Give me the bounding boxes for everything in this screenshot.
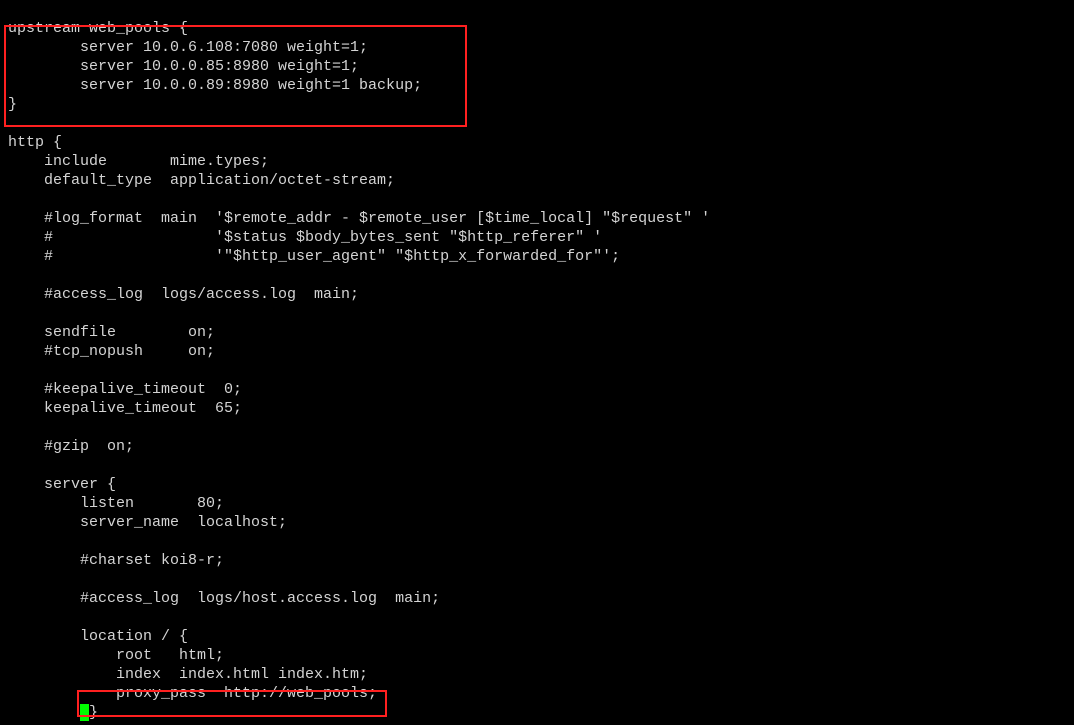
code-line: include mime.types; — [0, 152, 1074, 171]
code-line: } — [0, 703, 1074, 722]
code-text: } — [89, 704, 98, 721]
code-line — [0, 114, 1074, 133]
terminal-viewport[interactable]: upstream web_pools { server 10.0.6.108:7… — [0, 0, 1074, 725]
code-line: http { — [0, 133, 1074, 152]
code-line: # '$status $body_bytes_sent "$http_refer… — [0, 228, 1074, 247]
code-line — [0, 570, 1074, 589]
code-line: #tcp_nopush on; — [0, 342, 1074, 361]
code-line — [0, 266, 1074, 285]
code-line: server 10.0.0.89:8980 weight=1 backup; — [0, 76, 1074, 95]
code-line — [0, 532, 1074, 551]
code-line: server 10.0.0.85:8980 weight=1; — [0, 57, 1074, 76]
code-line: server_name localhost; — [0, 513, 1074, 532]
code-text — [8, 704, 80, 721]
code-line: proxy_pass http://web_pools; — [0, 684, 1074, 703]
code-line — [0, 456, 1074, 475]
code-line: listen 80; — [0, 494, 1074, 513]
code-line: # '"$http_user_agent" "$http_x_forwarded… — [0, 247, 1074, 266]
code-line — [0, 608, 1074, 627]
code-line: #access_log logs/host.access.log main; — [0, 589, 1074, 608]
code-line — [0, 190, 1074, 209]
code-line: #gzip on; — [0, 437, 1074, 456]
code-line: index index.html index.htm; — [0, 665, 1074, 684]
terminal-cursor — [80, 704, 89, 721]
code-line — [0, 0, 1074, 19]
code-line: sendfile on; — [0, 323, 1074, 342]
code-line: default_type application/octet-stream; — [0, 171, 1074, 190]
code-line: server { — [0, 475, 1074, 494]
code-line — [0, 361, 1074, 380]
code-line: keepalive_timeout 65; — [0, 399, 1074, 418]
code-line: #charset koi8-r; — [0, 551, 1074, 570]
code-line: root html; — [0, 646, 1074, 665]
code-line: server 10.0.6.108:7080 weight=1; — [0, 38, 1074, 57]
code-line: upstream web_pools { — [0, 19, 1074, 38]
code-line: #access_log logs/access.log main; — [0, 285, 1074, 304]
code-line: #log_format main '$remote_addr - $remote… — [0, 209, 1074, 228]
code-line: #keepalive_timeout 0; — [0, 380, 1074, 399]
code-line — [0, 304, 1074, 323]
code-line: } — [0, 95, 1074, 114]
code-line — [0, 418, 1074, 437]
code-line: location / { — [0, 627, 1074, 646]
